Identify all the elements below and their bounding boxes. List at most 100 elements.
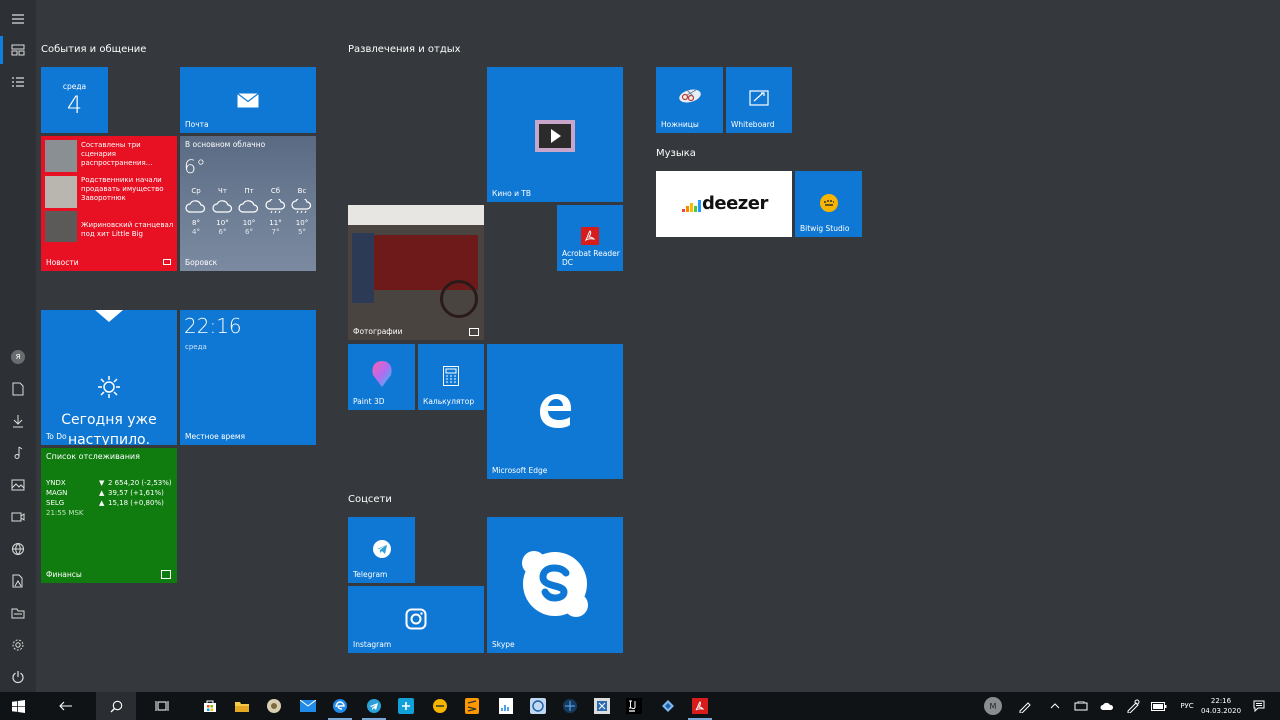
network-app-taskbar-icon[interactable] — [554, 692, 586, 720]
finance-tile[interactable]: Список отслеживания YNDX ▼ 2 654,20 (-2,53… — [41, 448, 177, 583]
forecast-day: Чт 10° 6° — [211, 187, 235, 237]
app-blue-taskbar-icon[interactable] — [390, 692, 422, 720]
documents-icon[interactable] — [0, 374, 36, 404]
downloads-icon[interactable] — [0, 406, 36, 436]
task-view-icon[interactable] — [146, 692, 178, 720]
notification-center-icon[interactable] — [1248, 692, 1270, 720]
user-taskbar-avatar[interactable]: M — [980, 692, 1006, 720]
forecast-day: Сб 11° 7° — [264, 187, 288, 237]
forecast-high: 8° — [192, 219, 200, 227]
skype-tile[interactable]: Skype — [487, 517, 623, 653]
finance-title: Список отслеживания — [46, 452, 140, 461]
tiles-view-icon[interactable] — [0, 35, 36, 65]
finance-arrow: ▼ — [99, 479, 105, 487]
todo-tile[interactable]: Сегодня уже наступило. To Do — [41, 310, 177, 445]
mail-tile[interactable]: Почта — [180, 67, 316, 133]
forecast-low: 7° — [271, 228, 280, 236]
photos-tile[interactable]: Фотографии — [348, 205, 484, 340]
skype-label: Skype — [492, 640, 515, 649]
news-tile[interactable]: Составлены три сценария распространения.… — [41, 136, 177, 271]
instagram-tile[interactable]: Instagram — [348, 586, 484, 653]
forecast-day-name: Ср — [191, 187, 201, 195]
forecast-day: Ср 8° 4° — [184, 187, 208, 237]
search-icon[interactable] — [96, 692, 136, 720]
mail-taskbar-icon[interactable] — [292, 692, 324, 720]
weather-tile[interactable]: В основном облачно 6° Ср 8° 4° Чт 10° 6°… — [180, 136, 316, 271]
forecast-day-name: Сб — [270, 187, 281, 195]
movies-tv-tile[interactable]: Кино и ТВ — [487, 67, 623, 202]
onedrive-cloud-icon[interactable] — [1096, 692, 1118, 720]
bitwig-taskbar-icon[interactable] — [424, 692, 456, 720]
pictures-icon[interactable] — [0, 470, 36, 500]
group-header-entertainment[interactable]: Развлечения и отдых — [348, 44, 461, 55]
cloud-icon — [211, 199, 235, 216]
paint3d-tile[interactable]: Paint 3D — [348, 344, 415, 410]
power-icon[interactable] — [0, 662, 36, 692]
pen-workspace-icon[interactable] — [1014, 692, 1036, 720]
acrobat-reader-tile[interactable]: Acrobat Reader DC — [557, 205, 623, 271]
snipping-tool-tile[interactable]: Ножницы — [656, 67, 723, 133]
hamburger-icon[interactable] — [0, 4, 36, 34]
forecast-day-name: Пт — [244, 187, 254, 195]
back-arrow-icon[interactable] — [50, 692, 82, 720]
forecast-low: 6° — [218, 228, 227, 236]
weather-forecast: Ср 8° 4° Чт 10° 6° Пт 10° 6° Сб 11° 7° В… — [184, 187, 314, 237]
group-header-events[interactable]: События и общение — [41, 44, 146, 55]
file-explorer-icon[interactable] — [0, 598, 36, 628]
device-icon[interactable] — [1070, 692, 1092, 720]
calendar-tile[interactable]: среда 4 — [41, 67, 108, 133]
document-taskbar-icon[interactable] — [490, 692, 522, 720]
bitwig-tile[interactable]: Bitwig Studio — [795, 171, 862, 237]
acrobat-label: Acrobat Reader DC — [562, 249, 620, 267]
image-badge-icon — [469, 328, 479, 336]
input-language[interactable]: РУС — [1176, 692, 1198, 720]
puzzle-app-taskbar-icon[interactable] — [652, 692, 684, 720]
taskbar: M РУС 22:16 04.03.2020 — [0, 692, 1280, 720]
virtualbox-taskbar-icon[interactable] — [586, 692, 618, 720]
calculator-tile[interactable]: Калькулятор — [418, 344, 484, 410]
intellij-taskbar-icon[interactable] — [618, 692, 650, 720]
edge-tile[interactable]: Microsoft Edge — [487, 344, 623, 479]
whiteboard-icon — [726, 89, 792, 107]
forecast-low: 5° — [298, 228, 306, 236]
settings-gear-icon[interactable] — [0, 630, 36, 660]
finance-value: 39,57 (+1,61%) — [108, 489, 164, 497]
sublime-taskbar-icon[interactable] — [456, 692, 488, 720]
photo-ceiling — [348, 205, 484, 225]
news-thumb-3 — [45, 211, 77, 242]
personal-folder-icon[interactable] — [0, 566, 36, 596]
pen-settings-icon[interactable] — [1122, 692, 1144, 720]
cloud-icon — [237, 199, 261, 216]
telegram-taskbar-icon[interactable] — [358, 692, 390, 720]
telegram-tile[interactable]: Telegram — [348, 517, 415, 583]
chevron-up-icon[interactable] — [1044, 692, 1066, 720]
start-windows-icon[interactable] — [0, 692, 36, 720]
whiteboard-label: Whiteboard — [731, 120, 775, 129]
start-rail: Я — [0, 0, 36, 692]
network-icon[interactable] — [0, 534, 36, 564]
whiteboard-tile[interactable]: Whiteboard — [726, 67, 792, 133]
cloud-app-taskbar-icon[interactable] — [522, 692, 554, 720]
photo-person — [352, 233, 374, 303]
clock-label: Местное время — [185, 432, 246, 441]
music-folder-icon[interactable] — [0, 438, 36, 468]
file-explorer-taskbar-icon[interactable] — [226, 692, 258, 720]
deezer-tile[interactable]: deezer — [656, 171, 792, 237]
forecast-low: 4° — [192, 228, 200, 236]
store-icon[interactable] — [194, 692, 226, 720]
user-account-icon[interactable]: Я — [0, 342, 36, 372]
videos-icon[interactable] — [0, 502, 36, 532]
acrobat-taskbar-icon[interactable] — [684, 692, 716, 720]
calculator-icon — [418, 366, 484, 386]
ninja-app-icon[interactable] — [258, 692, 290, 720]
battery-icon[interactable] — [1148, 692, 1170, 720]
group-header-music[interactable]: Музыка — [656, 148, 696, 159]
local-time-tile[interactable]: 22:16 среда Местное время — [180, 310, 316, 445]
edge-taskbar-icon[interactable] — [324, 692, 356, 720]
edge-icon — [487, 392, 623, 430]
forecast-high: 10° — [295, 219, 309, 227]
group-header-social[interactable]: Соцсети — [348, 494, 392, 505]
snipping-label: Ножницы — [661, 120, 699, 129]
taskbar-clock[interactable]: 22:16 04.03.2020 — [1200, 692, 1242, 720]
all-apps-icon[interactable] — [0, 67, 36, 97]
